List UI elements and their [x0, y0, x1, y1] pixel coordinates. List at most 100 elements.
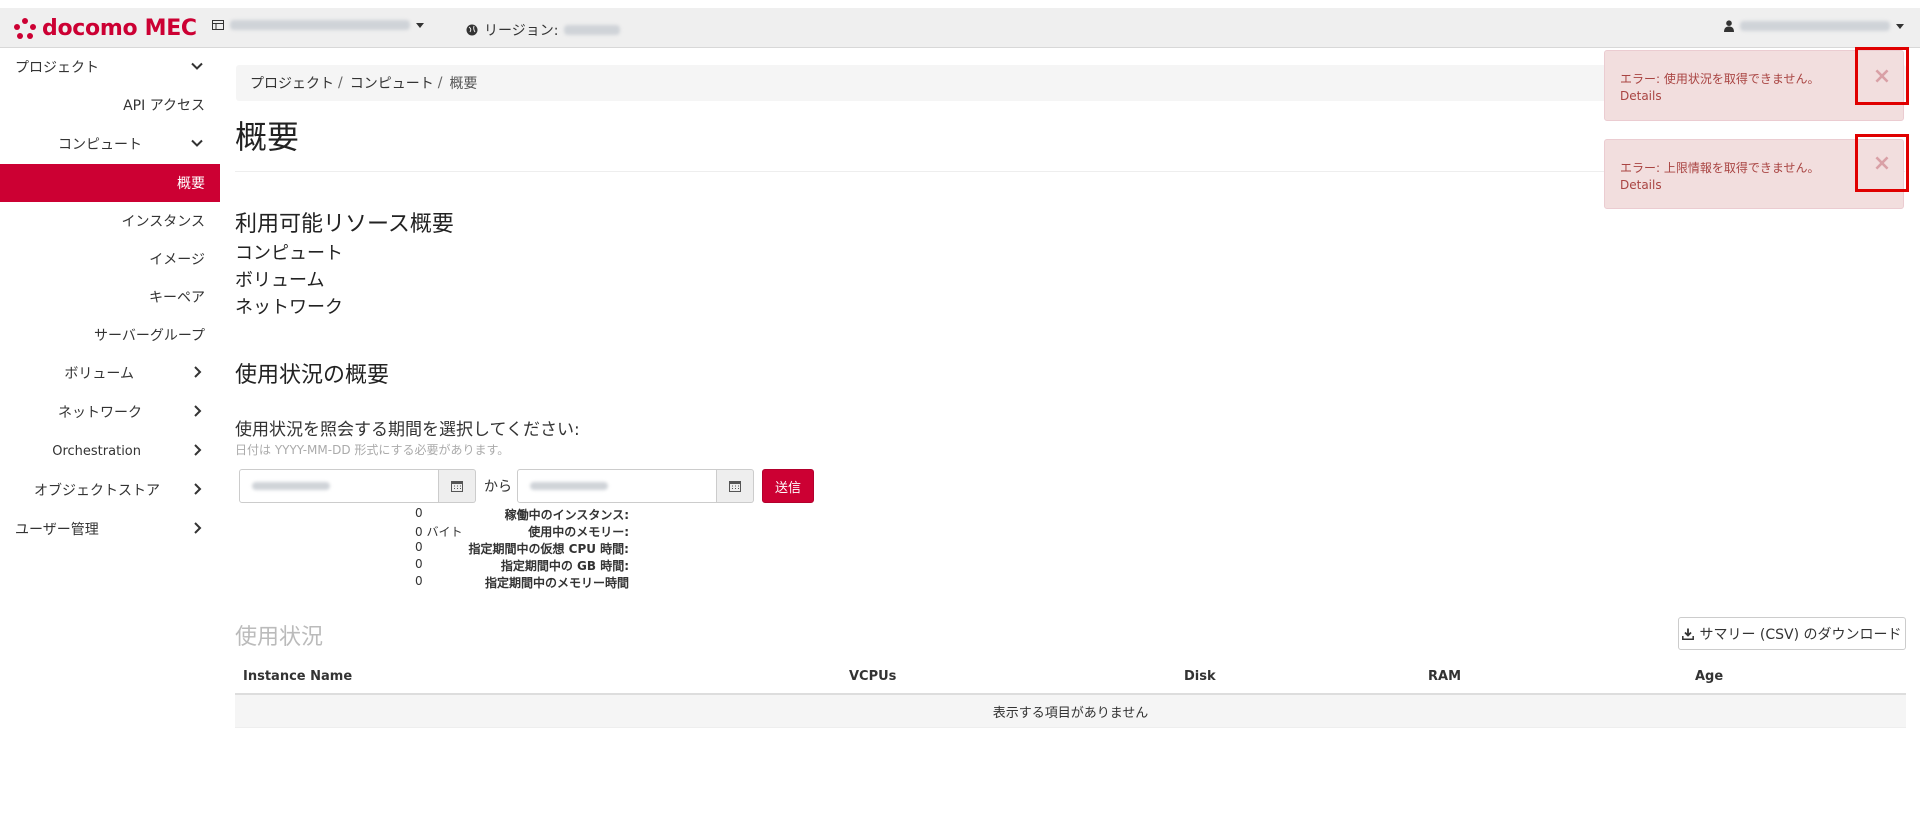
- sidebar-item-overview[interactable]: 概要: [0, 164, 220, 202]
- chevron-down-icon: [191, 62, 203, 70]
- stat-label: 稼働中のインスタンス:: [504, 508, 629, 522]
- alert-details-link[interactable]: Details: [1620, 89, 1662, 103]
- sidebar-item-object-store[interactable]: オブジェクトストア: [0, 471, 220, 509]
- chevron-right-icon: [194, 405, 202, 417]
- alert-message: エラー: 使用状況を取得できません。: [1620, 72, 1820, 86]
- end-date-input[interactable]: [517, 469, 717, 503]
- column-header-age[interactable]: Age: [1695, 669, 1723, 684]
- date-range-from-label: から: [484, 479, 512, 495]
- page-title: 概要: [235, 118, 300, 156]
- resource-network-label: ネットワーク: [235, 297, 343, 318]
- available-resources-heading: 利用可能リソース概要: [235, 212, 454, 237]
- start-date-group: [239, 469, 476, 503]
- sidebar-item-server-groups[interactable]: サーバーグループ: [0, 316, 220, 354]
- sidebar-item-label: ネットワーク: [58, 405, 142, 421]
- alert-close-button[interactable]: ×: [1855, 47, 1909, 105]
- column-header-ram[interactable]: RAM: [1428, 669, 1461, 684]
- end-date-calendar-button[interactable]: [717, 469, 754, 503]
- globe-icon: [466, 24, 478, 36]
- date-format-hint: 日付は YYYY-MM-DD 形式にする必要があります。: [235, 443, 510, 457]
- project-icon: [212, 20, 224, 30]
- breadcrumb-item-project[interactable]: プロジェクト: [250, 73, 334, 93]
- stat-row: 使用中のメモリー: 0 バイト: [235, 523, 635, 540]
- breadcrumb-item-compute[interactable]: コンピュート: [350, 73, 434, 93]
- region-selector[interactable]: リージョン:: [466, 20, 621, 40]
- sidebar-item-label: オブジェクトストア: [34, 483, 160, 499]
- sidebar: プロジェクト API アクセス コンピュート 概要 インスタンス イメージ キー…: [0, 48, 220, 820]
- download-icon: [1682, 628, 1695, 640]
- project-selector[interactable]: [212, 20, 424, 30]
- stat-value: 0 バイト: [415, 525, 463, 539]
- sidebar-item-project[interactable]: プロジェクト: [0, 48, 220, 86]
- region-name-redacted: [564, 25, 621, 35]
- stat-value: 0: [415, 540, 423, 554]
- start-date-input[interactable]: [239, 469, 439, 503]
- stat-value: 0: [415, 574, 423, 588]
- sidebar-item-api-access[interactable]: API アクセス: [0, 86, 220, 124]
- sidebar-item-user-management[interactable]: ユーザー管理: [0, 510, 220, 548]
- close-icon: ×: [1872, 150, 1892, 176]
- submit-button[interactable]: 送信: [762, 469, 814, 503]
- usage-summary-heading: 使用状況の概要: [235, 363, 390, 388]
- stat-label: 指定期間中の GB 時間:: [500, 559, 629, 573]
- sidebar-item-compute[interactable]: コンピュート: [0, 125, 220, 163]
- chevron-down-icon: [416, 22, 424, 28]
- chevron-right-icon: [194, 444, 202, 456]
- download-csv-button[interactable]: サマリー (CSV) のダウンロード: [1678, 617, 1906, 650]
- stat-row: 指定期間中の GB 時間: 0: [235, 557, 635, 574]
- resource-compute-label: コンピュート: [235, 243, 343, 264]
- sidebar-item-keypairs[interactable]: キーペア: [0, 278, 220, 316]
- table-empty-row: 表示する項目がありません: [235, 695, 1906, 728]
- chevron-down-icon: [1896, 23, 1904, 29]
- stat-label: 指定期間中の仮想 CPU 時間:: [468, 542, 629, 556]
- brand-name: docomo MEC: [42, 15, 197, 41]
- period-select-label: 使用状況を照会する期間を選択してください:: [235, 420, 580, 440]
- usage-heading: 使用状況: [235, 625, 324, 650]
- calendar-icon: [729, 481, 741, 492]
- sidebar-item-images[interactable]: イメージ: [0, 240, 220, 278]
- sidebar-item-instances[interactable]: インスタンス: [0, 202, 220, 240]
- table-header-row: Instance Name VCPUs Disk RAM Age: [235, 661, 1906, 695]
- end-date-group: [517, 469, 754, 503]
- breadcrumb-item-current: 概要: [449, 76, 478, 92]
- stat-value: 0: [415, 557, 423, 571]
- region-label: リージョン:: [484, 23, 559, 39]
- sidebar-item-orchestration[interactable]: Orchestration: [0, 432, 220, 470]
- start-date-value-redacted: [252, 482, 330, 490]
- download-csv-label: サマリー (CSV) のダウンロード: [1699, 626, 1902, 643]
- resource-volume-label: ボリューム: [235, 270, 325, 291]
- sidebar-item-volumes[interactable]: ボリューム: [0, 354, 220, 392]
- sidebar-item-label: イメージ: [149, 252, 205, 268]
- sidebar-item-label: キーペア: [149, 290, 205, 306]
- close-icon: ×: [1872, 63, 1892, 89]
- user-menu[interactable]: [1724, 20, 1904, 32]
- chevron-right-icon: [194, 366, 202, 378]
- brand-logo[interactable]: docomo MEC: [12, 14, 197, 42]
- sidebar-item-label: Orchestration: [52, 443, 141, 459]
- column-header-vcpus[interactable]: VCPUs: [849, 669, 896, 684]
- stat-row: 稼働中のインスタンス: 0: [235, 506, 635, 523]
- start-date-calendar-button[interactable]: [439, 469, 476, 503]
- project-name-redacted: [230, 20, 410, 30]
- column-header-disk[interactable]: Disk: [1184, 669, 1216, 684]
- user-icon: [1724, 20, 1734, 32]
- stat-label: 指定期間中のメモリー時間: [484, 576, 629, 590]
- sidebar-item-label: ボリューム: [64, 366, 134, 382]
- sidebar-item-label: ユーザー管理: [15, 522, 99, 538]
- alert-details-link[interactable]: Details: [1620, 178, 1662, 192]
- sidebar-item-label: コンピュート: [58, 137, 142, 153]
- stat-row: 指定期間中のメモリー時間 0: [235, 574, 635, 591]
- alert-close-button[interactable]: ×: [1855, 134, 1909, 192]
- sidebar-item-label: API アクセス: [123, 98, 205, 114]
- breadcrumb-separator: /: [437, 75, 443, 91]
- stat-row: 指定期間中の仮想 CPU 時間: 0: [235, 540, 635, 557]
- chevron-down-icon: [191, 139, 203, 147]
- docomo-logo-icon: [12, 15, 38, 41]
- sidebar-item-label: 概要: [177, 176, 205, 192]
- column-header-instance-name[interactable]: Instance Name: [243, 669, 352, 684]
- stat-value: 0: [415, 506, 423, 520]
- stat-label: 使用中のメモリー:: [528, 525, 629, 539]
- usage-table: Instance Name VCPUs Disk RAM Age 表示する項目が…: [235, 661, 1906, 728]
- sidebar-item-network[interactable]: ネットワーク: [0, 393, 220, 431]
- username-redacted: [1740, 21, 1890, 31]
